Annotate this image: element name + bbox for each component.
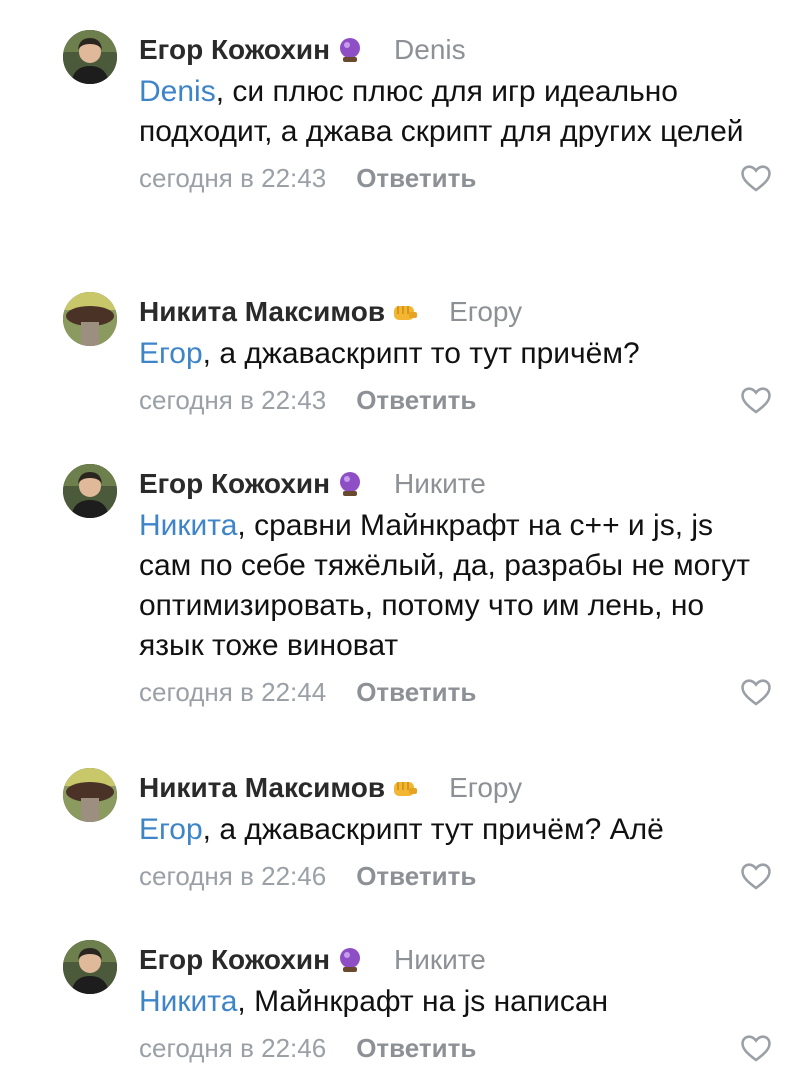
comment-text: Никита, Майнкрафт на js написан <box>139 982 769 1022</box>
reply-button[interactable]: Ответить <box>356 385 476 416</box>
comment-meta: сегодня в 22:46 Ответить <box>139 1028 773 1068</box>
author-name[interactable]: Никита Максимов <box>139 296 385 328</box>
comment-body: Никита Максимов Егору Егор, а джаваскрип… <box>139 290 773 420</box>
comment-header: Егор Кожохин Denis <box>139 28 773 72</box>
comment-message: , си плюс плюс для игр идеально подходит… <box>139 75 744 148</box>
heart-icon[interactable] <box>739 675 773 709</box>
fist-icon <box>391 774 419 802</box>
timestamp: сегодня в 22:43 <box>139 162 327 193</box>
comment-text: Егор, а джаваскрипт тут причём? Алё <box>139 810 769 850</box>
reply-button[interactable]: Ответить <box>356 1033 476 1064</box>
comment-meta: сегодня в 22:46 Ответить <box>139 856 773 896</box>
mention-link[interactable]: Denis <box>139 75 216 108</box>
avatar-egor[interactable] <box>63 940 117 994</box>
crystal-ball-icon <box>336 470 364 498</box>
mention-link[interactable]: Егор <box>139 813 203 846</box>
heart-icon[interactable] <box>739 383 773 417</box>
mention-link[interactable]: Егор <box>139 337 203 370</box>
avatar-egor[interactable] <box>63 30 117 84</box>
comment-meta: сегодня в 22:44 Ответить <box>139 672 773 712</box>
avatar-nikita[interactable] <box>63 768 117 822</box>
crystal-ball-icon <box>336 946 364 974</box>
comment-text: Никита, сравни Майнкрафт на с++ и js, js… <box>139 506 769 666</box>
author-name[interactable]: Егор Кожохин <box>139 944 330 976</box>
reply-button[interactable]: Ответить <box>356 677 476 708</box>
comment-body: Егор Кожохин Denis Denis, си плюс плюс д… <box>139 28 773 198</box>
comment-meta: сегодня в 22:43 Ответить <box>139 380 773 420</box>
comment-header: Егор Кожохин Никите <box>139 938 773 982</box>
heart-icon[interactable] <box>739 161 773 195</box>
timestamp: сегодня в 22:46 <box>139 860 327 891</box>
comment-message: , Майнкрафт на js написан <box>237 985 609 1018</box>
avatar-nikita[interactable] <box>63 292 117 346</box>
fist-icon <box>391 298 419 326</box>
author-name[interactable]: Егор Кожохин <box>139 34 330 66</box>
comment-header: Егор Кожохин Никите <box>139 462 773 506</box>
reply-button[interactable]: Ответить <box>356 163 476 194</box>
heart-icon[interactable] <box>739 1031 773 1065</box>
timestamp: сегодня в 22:43 <box>139 384 327 415</box>
reply-button[interactable]: Ответить <box>356 861 476 892</box>
reply-to-user[interactable]: Denis <box>394 34 466 66</box>
mention-link[interactable]: Никита <box>139 509 237 542</box>
mention-link[interactable]: Никита <box>139 985 237 1018</box>
reply-to-user[interactable]: Никите <box>394 944 486 976</box>
reply-to-user[interactable]: Егору <box>449 296 522 328</box>
comment-header: Никита Максимов Егору <box>139 290 773 334</box>
avatar-egor[interactable] <box>63 464 117 518</box>
author-name[interactable]: Егор Кожохин <box>139 468 330 500</box>
comment-text: Denis, си плюс плюс для игр идеально под… <box>139 72 769 152</box>
heart-icon[interactable] <box>739 859 773 893</box>
comment-body: Егор Кожохин Никите Никита, сравни Майнк… <box>139 462 773 712</box>
crystal-ball-icon <box>336 36 364 64</box>
comment-meta: сегодня в 22:43 Ответить <box>139 158 773 198</box>
timestamp: сегодня в 22:46 <box>139 1032 327 1063</box>
reply-to-user[interactable]: Егору <box>449 772 522 804</box>
comment-message: , а джаваскрипт тут причём? Алё <box>202 813 664 846</box>
comment-text: Егор, а джаваскрипт то тут причём? <box>139 334 769 374</box>
comment-body: Никита Максимов Егору Егор, а джаваскрип… <box>139 766 773 896</box>
timestamp: сегодня в 22:44 <box>139 676 327 707</box>
comment-message: , а джаваскрипт то тут причём? <box>202 337 640 370</box>
author-name[interactable]: Никита Максимов <box>139 772 385 804</box>
comment-body: Егор Кожохин Никите Никита, Майнкрафт на… <box>139 938 773 1068</box>
comment-header: Никита Максимов Егору <box>139 766 773 810</box>
reply-to-user[interactable]: Никите <box>394 468 486 500</box>
